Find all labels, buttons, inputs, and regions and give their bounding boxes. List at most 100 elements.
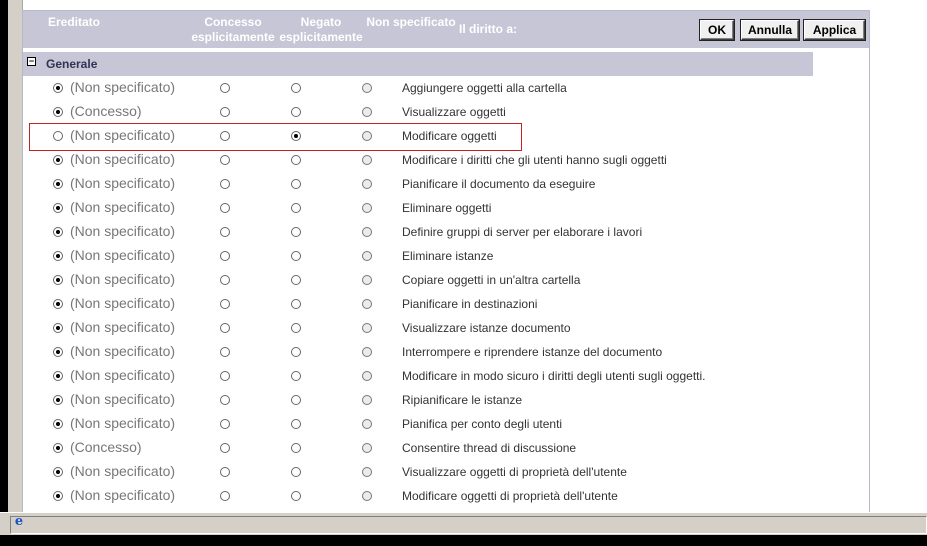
radio-negato[interactable] <box>291 419 301 429</box>
radio-negato[interactable] <box>291 299 301 309</box>
radio-negato[interactable] <box>291 467 301 477</box>
rights-row: (Non specificato) Eliminare oggetti <box>23 198 869 222</box>
radio-concesso[interactable] <box>220 155 230 165</box>
radio-negato[interactable] <box>291 395 301 405</box>
radio-negato[interactable] <box>291 491 301 501</box>
radio-non-specificato[interactable] <box>362 83 372 93</box>
radio-non-specificato[interactable] <box>362 491 372 501</box>
right-description: Eliminare istanze <box>402 249 494 263</box>
radio-ereditato[interactable] <box>53 203 63 213</box>
radio-negato[interactable] <box>291 443 301 453</box>
inherited-value-label: (Non specificato) <box>70 367 176 383</box>
radio-non-specificato[interactable] <box>362 347 372 357</box>
inherited-value-label: (Non specificato) <box>70 391 176 407</box>
radio-non-specificato[interactable] <box>362 467 372 477</box>
rights-header: Ereditato Concesso esplicitamente Negato… <box>23 11 869 49</box>
radio-non-specificato[interactable] <box>362 251 372 261</box>
radio-negato[interactable] <box>291 347 301 357</box>
right-description: Pianifica per conto degli utenti <box>402 417 563 431</box>
radio-ereditato[interactable] <box>53 347 63 357</box>
cancel-button[interactable]: Annulla <box>741 20 799 40</box>
browser-page: Ereditato Concesso esplicitamente Negato… <box>8 0 927 512</box>
radio-ereditato[interactable] <box>53 179 63 189</box>
radio-ereditato[interactable] <box>53 251 63 261</box>
radio-negato[interactable] <box>291 155 301 165</box>
radio-non-specificato[interactable] <box>362 395 372 405</box>
radio-non-specificato[interactable] <box>362 107 372 117</box>
radio-ereditato[interactable] <box>53 467 63 477</box>
right-description: Visualizzare oggetti <box>402 105 506 119</box>
radio-concesso[interactable] <box>220 107 230 117</box>
inherited-value-label: (Non specificato) <box>70 295 176 311</box>
radio-concesso[interactable] <box>220 395 230 405</box>
radio-non-specificato[interactable] <box>362 299 372 309</box>
radio-ereditato[interactable] <box>53 107 63 117</box>
right-description: Eliminare oggetti <box>402 201 492 215</box>
radio-ereditato[interactable] <box>53 299 63 309</box>
inherited-value-label: (Concesso) <box>70 439 142 455</box>
radio-concesso[interactable] <box>220 275 230 285</box>
radio-concesso[interactable] <box>220 227 230 237</box>
radio-ereditato[interactable] <box>53 419 63 429</box>
radio-non-specificato[interactable] <box>362 227 372 237</box>
radio-negato[interactable] <box>291 251 301 261</box>
rights-row: (Non specificato) Visualizzare istanze do… <box>23 318 869 342</box>
radio-negato[interactable] <box>291 203 301 213</box>
ok-button[interactable]: OK <box>700 20 734 40</box>
radio-negato[interactable] <box>291 323 301 333</box>
right-description: Pianificare in destinazioni <box>402 297 538 311</box>
radio-non-specificato[interactable] <box>362 371 372 381</box>
radio-negato[interactable] <box>291 275 301 285</box>
rights-row: (Non specificato) Modificare i diritti ch… <box>23 150 869 174</box>
radio-ereditato[interactable] <box>53 323 63 333</box>
radio-negato[interactable] <box>291 179 301 189</box>
radio-non-specificato[interactable] <box>362 275 372 285</box>
radio-non-specificato[interactable] <box>362 443 372 453</box>
radio-non-specificato[interactable] <box>362 179 372 189</box>
radio-concesso[interactable] <box>220 203 230 213</box>
right-description: Interrompere e riprendere istanze del do… <box>402 345 663 359</box>
radio-concesso[interactable] <box>220 467 230 477</box>
inherited-value-label: (Non specificato) <box>70 415 176 431</box>
rights-row: (Non specificato) Modificare in modo sicu… <box>23 366 869 390</box>
radio-ereditato[interactable] <box>53 395 63 405</box>
radio-concesso[interactable] <box>220 419 230 429</box>
collapse-toggle-icon[interactable]: − <box>27 57 36 66</box>
right-description: Consentire thread di discussione <box>402 441 577 455</box>
rights-row: (Non specificato) Definire gruppi di serv… <box>23 222 869 246</box>
radio-ereditato[interactable] <box>53 227 63 237</box>
radio-concesso[interactable] <box>220 299 230 309</box>
radio-concesso[interactable] <box>220 251 230 261</box>
column-header-ereditato: Ereditato <box>48 15 101 29</box>
radio-concesso[interactable] <box>220 491 230 501</box>
radio-concesso[interactable] <box>220 179 230 189</box>
radio-ereditato[interactable] <box>53 443 63 453</box>
radio-negato[interactable] <box>291 371 301 381</box>
right-description: Aggiungere oggetti alla cartella <box>402 81 567 95</box>
radio-ereditato[interactable] <box>53 371 63 381</box>
radio-ereditato[interactable] <box>53 275 63 285</box>
rights-panel: Ereditato Concesso esplicitamente Negato… <box>22 10 870 512</box>
radio-concesso[interactable] <box>220 371 230 381</box>
inherited-value-label: (Non specificato) <box>70 343 176 359</box>
radio-concesso[interactable] <box>220 443 230 453</box>
right-description: Modificare i diritti che gli utenti hann… <box>402 153 667 167</box>
radio-negato[interactable] <box>291 83 301 93</box>
radio-negato[interactable] <box>291 107 301 117</box>
right-description: Visualizzare istanze documento <box>402 321 571 335</box>
radio-non-specificato[interactable] <box>362 323 372 333</box>
radio-ereditato[interactable] <box>53 155 63 165</box>
apply-button[interactable]: Applica <box>804 20 865 40</box>
right-description: Modificare in modo sicuro i diritti degl… <box>402 369 706 383</box>
radio-concesso[interactable] <box>220 347 230 357</box>
right-description: Ripianificare le istanze <box>402 393 523 407</box>
radio-non-specificato[interactable] <box>362 155 372 165</box>
radio-concesso[interactable] <box>220 83 230 93</box>
radio-negato[interactable] <box>291 227 301 237</box>
rights-row: (Non specificato) Ripianificare le istanz… <box>23 390 869 414</box>
radio-ereditato[interactable] <box>53 491 63 501</box>
radio-ereditato[interactable] <box>53 83 63 93</box>
radio-non-specificato[interactable] <box>362 419 372 429</box>
radio-concesso[interactable] <box>220 323 230 333</box>
radio-non-specificato[interactable] <box>362 203 372 213</box>
